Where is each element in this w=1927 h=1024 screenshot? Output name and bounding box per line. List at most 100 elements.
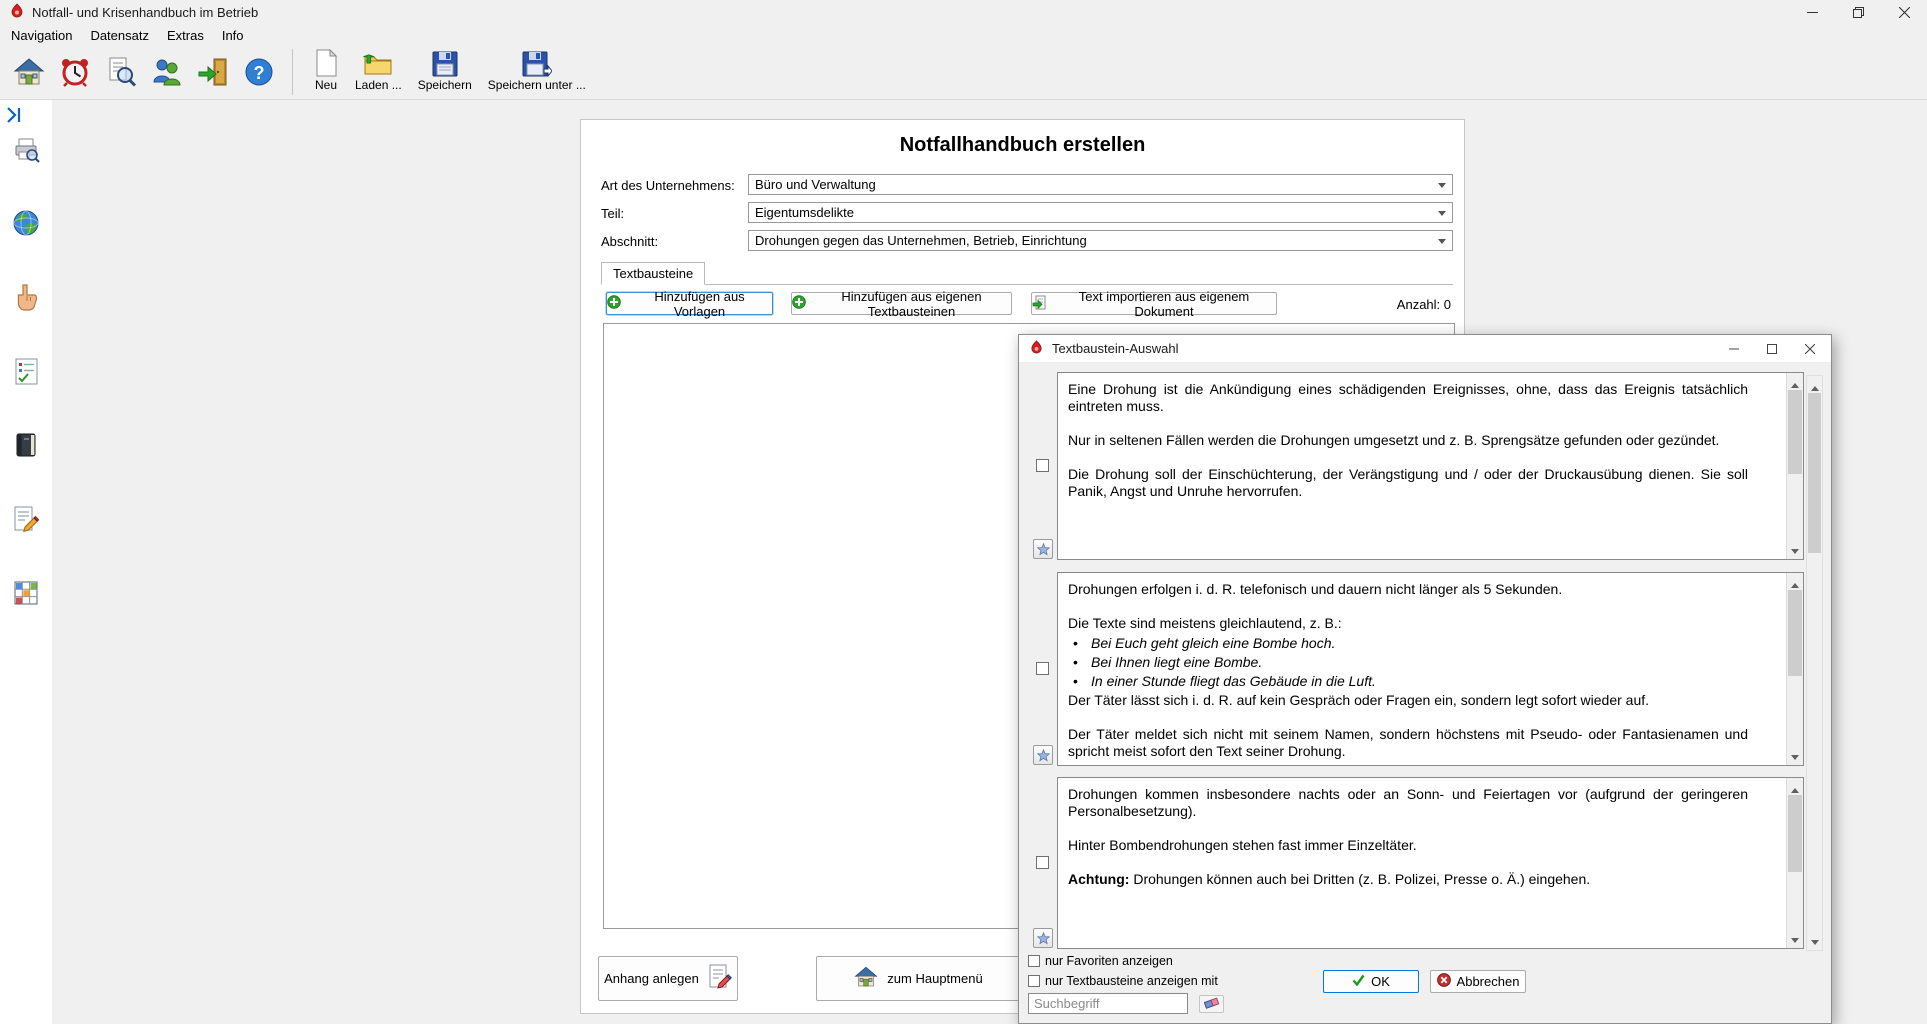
textblock-paragraph: Der Täter lässt sich i. d. R. auf kein G…	[1068, 692, 1650, 708]
textblock-paragraph: Eine Drohung ist die Ankündigung eines s…	[1068, 381, 1748, 414]
save-button[interactable]: Speichern	[410, 47, 480, 97]
globe-icon[interactable]	[12, 209, 40, 237]
textblock-scrollbar[interactable]	[1786, 778, 1803, 948]
eraser-icon	[1203, 996, 1220, 1012]
new-button[interactable]: Neu	[305, 47, 347, 97]
close-button[interactable]	[1881, 0, 1927, 25]
ok-button[interactable]: OK	[1323, 970, 1419, 993]
scrollbar-up-arrow[interactable]	[1787, 373, 1803, 390]
textblock-checkbox[interactable]	[1036, 856, 1049, 869]
cancel-label: Abbrechen	[1456, 974, 1520, 989]
favorite-star-button[interactable]	[1033, 745, 1053, 765]
sidebar	[0, 100, 52, 1024]
search-preview-icon[interactable]	[102, 51, 140, 93]
scrollbar-up-arrow[interactable]	[1807, 376, 1822, 393]
load-button[interactable]: Laden ...	[347, 47, 410, 97]
import-text-button[interactable]: Text importieren aus eigenem Dokument	[1031, 289, 1277, 319]
restore-button[interactable]	[1835, 0, 1881, 25]
exit-icon[interactable]	[194, 51, 232, 93]
company-type-dropdown[interactable]: Büro und Verwaltung	[748, 174, 1453, 195]
to-main-menu-button[interactable]: zum Hauptmenü	[816, 956, 1021, 1001]
textblock-textarea[interactable]: Drohungen erfolgen i. d. R. telefonisch …	[1057, 572, 1804, 766]
page-title: Notfallhandbuch erstellen	[899, 134, 1146, 156]
scrollbar-thumb[interactable]	[1788, 390, 1802, 474]
add-from-templates-button[interactable]: Hinzufügen aus Vorlagen	[606, 289, 773, 319]
textblock-text: Drohungen erfolgen i. d. R. telefonisch …	[1068, 581, 1748, 762]
textblock-paragraph: Nur in seltenen Fällen werden die Drohun…	[1068, 432, 1720, 448]
edit-document-icon[interactable]	[12, 505, 40, 533]
help-icon[interactable]: ?	[240, 51, 278, 93]
clear-search-button[interactable]	[1199, 995, 1224, 1013]
textblock-item-controls	[1028, 777, 1057, 949]
minimize-button[interactable]	[1789, 0, 1835, 25]
save-as-button[interactable]: Speichern unter ...	[480, 47, 594, 97]
dialog-titlebar[interactable]: Textbaustein-Auswahl	[1019, 335, 1831, 363]
part-value: Eigentumsdelikte	[755, 205, 854, 220]
book-icon[interactable]	[12, 431, 40, 459]
scrollbar-thumb[interactable]	[1808, 393, 1821, 553]
menu-datensatz[interactable]: Datensatz	[81, 26, 158, 45]
home-icon	[854, 965, 878, 992]
search-input[interactable]	[1028, 993, 1188, 1014]
scrollbar-down-arrow[interactable]	[1787, 542, 1803, 559]
textblock-checkbox[interactable]	[1036, 459, 1049, 472]
scrollbar-thumb[interactable]	[1788, 795, 1802, 872]
chevron-down-icon	[1438, 239, 1446, 248]
textblock-scrollbar[interactable]	[1786, 373, 1803, 559]
textblock-item: Eine Drohung ist die Ankündigung eines s…	[1028, 372, 1804, 560]
dialog-minimize-button[interactable]	[1715, 335, 1753, 363]
scrollbar-down-arrow[interactable]	[1787, 748, 1803, 765]
menu-extras[interactable]: Extras	[158, 26, 213, 45]
count-label: Anzahl: 0	[1396, 297, 1451, 312]
dialog-footer: nur Favoriten anzeigen nur Textbausteine…	[1019, 951, 1831, 1023]
hand-pointer-icon[interactable]	[12, 283, 40, 311]
section-value: Drohungen gegen das Unternehmen, Betrieb…	[755, 233, 1087, 248]
alarm-clock-icon[interactable]	[56, 51, 94, 93]
users-icon[interactable]	[148, 51, 186, 93]
scrollbar-up-arrow[interactable]	[1787, 778, 1803, 795]
create-attachment-button[interactable]: Anhang anlegen	[598, 956, 738, 1001]
company-type-label: Art des Unternehmens:	[601, 178, 735, 193]
textblock-textarea[interactable]: Eine Drohung ist die Ankündigung eines s…	[1057, 372, 1804, 560]
textblock-paragraph: Hinter Bombendrohungen stehen fast immer…	[1068, 837, 1417, 853]
section-dropdown[interactable]: Drohungen gegen das Unternehmen, Betrieb…	[748, 230, 1453, 251]
collapse-sidebar-icon[interactable]	[4, 104, 28, 126]
cancel-button[interactable]: Abbrechen	[1430, 970, 1526, 993]
favorite-star-button[interactable]	[1033, 928, 1053, 948]
textblock-textarea[interactable]: Drohungen kommen insbesondere nachts ode…	[1057, 777, 1804, 949]
green-plus-icon	[607, 295, 621, 312]
part-dropdown[interactable]: Eigentumsdelikte	[748, 202, 1453, 223]
textblock-scrollbar[interactable]	[1786, 573, 1803, 765]
checklist-document-icon[interactable]	[12, 357, 40, 385]
save-as-icon	[522, 47, 552, 77]
print-preview-icon[interactable]	[12, 135, 40, 163]
new-document-icon	[313, 47, 339, 77]
textblock-paragraph: Achtung: Drohungen können auch bei Dritt…	[1068, 871, 1591, 887]
save-button-label: Speichern	[417, 78, 472, 92]
section-label: Abschnitt:	[601, 234, 659, 249]
add-from-own-blocks-button[interactable]: Hinzufügen aus eigenen Textbausteinen	[791, 289, 1012, 319]
dialog-scrollbar[interactable]	[1806, 375, 1823, 951]
scrollbar-up-arrow[interactable]	[1787, 573, 1803, 590]
scrollbar-down-arrow[interactable]	[1807, 933, 1822, 950]
tab-textbausteine[interactable]: Textbausteine	[601, 262, 706, 285]
menu-info[interactable]: Info	[213, 26, 253, 45]
text-filter-checkbox[interactable]	[1028, 975, 1040, 987]
scrollbar-down-arrow[interactable]	[1787, 931, 1803, 948]
main-window-titlebar[interactable]: Notfall- und Krisenhandbuch im Betrieb	[0, 0, 1927, 25]
dialog-maximize-button[interactable]	[1753, 335, 1791, 363]
text-filter-row: nur Textbausteine anzeigen mit	[1028, 974, 1218, 988]
svg-text:?: ?	[254, 63, 265, 83]
scrollbar-thumb[interactable]	[1788, 590, 1802, 677]
import-text-label: Text importieren aus eigenem Dokument	[1078, 288, 1250, 319]
dialog-close-button[interactable]	[1791, 335, 1829, 363]
textblock-checkbox[interactable]	[1036, 662, 1049, 675]
menu-navigation[interactable]: Navigation	[2, 26, 81, 45]
table-grid-icon[interactable]	[12, 579, 40, 607]
home-icon[interactable]	[10, 51, 48, 93]
menubar: Navigation Datensatz Extras Info	[0, 25, 1927, 45]
favorite-star-button[interactable]	[1033, 539, 1053, 559]
import-document-icon	[1032, 295, 1046, 313]
favorites-only-checkbox[interactable]	[1028, 955, 1040, 967]
ok-label: OK	[1371, 974, 1390, 989]
